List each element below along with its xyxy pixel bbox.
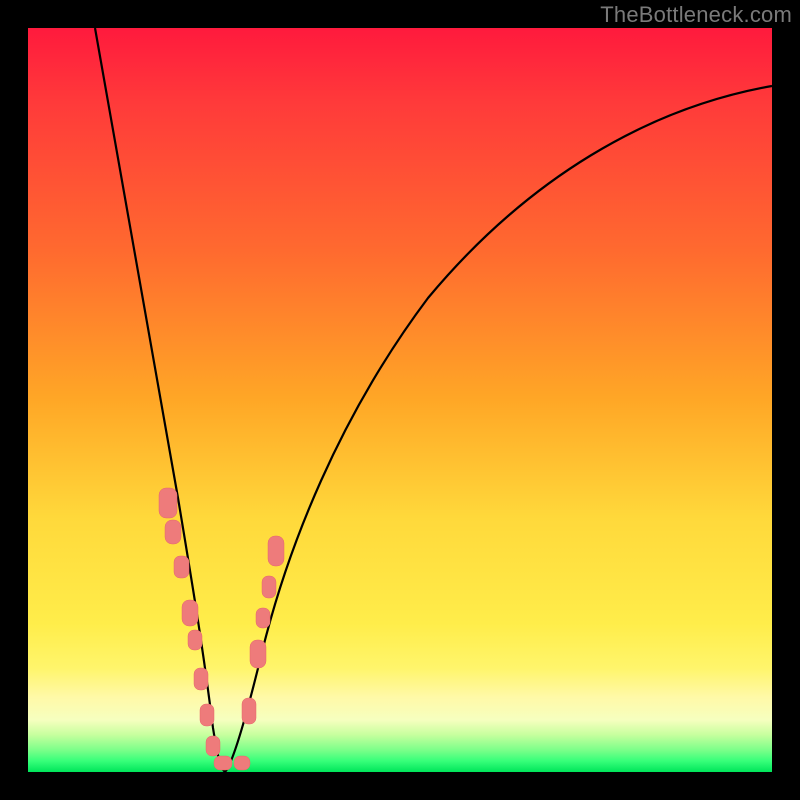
chart-frame: TheBottleneck.com <box>0 0 800 800</box>
marker <box>262 576 276 598</box>
marker <box>256 608 270 628</box>
curve-right-branch <box>225 86 772 772</box>
chart-svg <box>28 28 772 772</box>
curve-left-branch <box>95 28 225 772</box>
marker <box>234 756 250 770</box>
marker <box>268 536 284 566</box>
marker <box>242 698 256 724</box>
marker-group <box>159 488 284 770</box>
marker <box>182 600 198 626</box>
marker <box>206 736 220 756</box>
marker <box>250 640 266 668</box>
watermark-text: TheBottleneck.com <box>600 2 792 28</box>
marker <box>194 668 208 690</box>
marker <box>165 520 181 544</box>
marker <box>159 488 177 518</box>
marker <box>188 630 202 650</box>
marker <box>200 704 214 726</box>
marker <box>174 556 189 578</box>
chart-plot-area <box>28 28 772 772</box>
marker <box>214 756 232 770</box>
